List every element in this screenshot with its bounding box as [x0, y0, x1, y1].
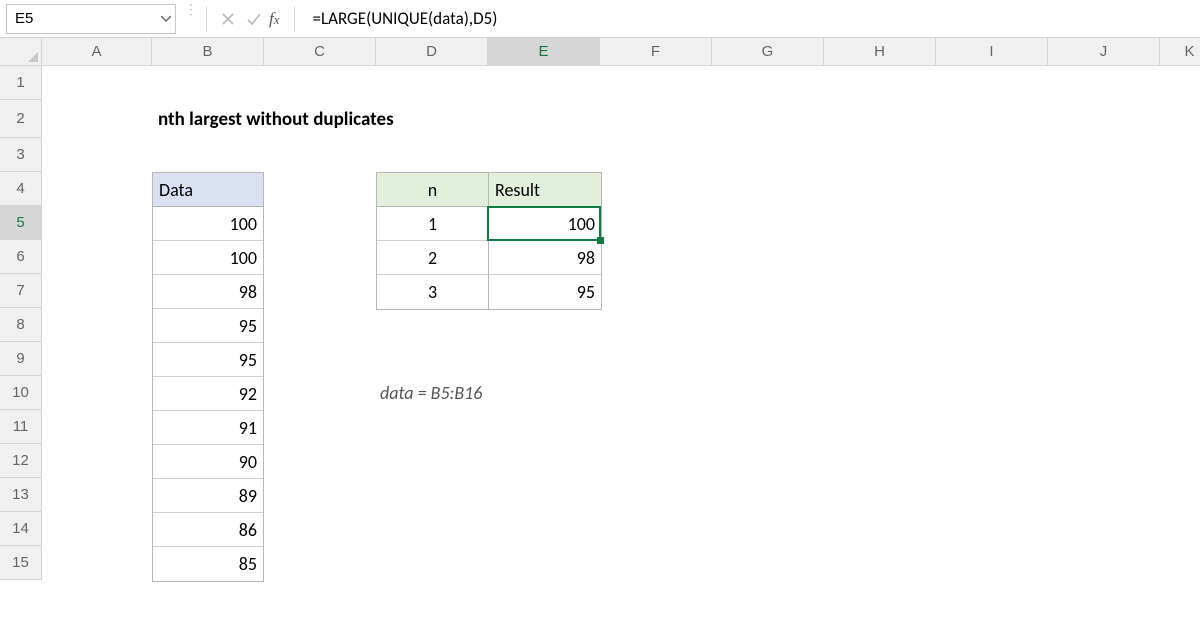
enter-icon[interactable]	[241, 6, 267, 32]
data-cell[interactable]: 100	[153, 241, 263, 275]
row-header-1[interactable]: 1	[0, 66, 42, 100]
column-header-A[interactable]: A	[42, 38, 152, 66]
result-header-result: Result	[489, 173, 601, 207]
row-header-column: 123456789101112131415	[0, 38, 42, 630]
row-header-10[interactable]: 10	[0, 376, 42, 410]
row-header-2[interactable]: 2	[0, 100, 42, 138]
data-cell[interactable]: 89	[153, 479, 263, 513]
result-n-cell[interactable]: 2	[377, 241, 489, 275]
resize-handle-icon[interactable]: ⋮	[184, 6, 190, 32]
data-cell[interactable]: 95	[153, 309, 263, 343]
data-cell[interactable]: 92	[153, 377, 263, 411]
result-value-cell[interactable]: 100	[489, 207, 601, 241]
cells-area[interactable]: nth largest without duplicates Data 1001…	[42, 66, 1200, 630]
row-header-12[interactable]: 12	[0, 444, 42, 478]
data-cell[interactable]: 91	[153, 411, 263, 445]
data-cell[interactable]: 95	[153, 343, 263, 377]
name-box[interactable]: E5	[6, 4, 176, 34]
row-header-7[interactable]: 7	[0, 274, 42, 308]
column-header-I[interactable]: I	[936, 38, 1048, 66]
fx-icon[interactable]: fx	[267, 9, 286, 29]
result-value-cell[interactable]: 95	[489, 275, 601, 309]
row-header-14[interactable]: 14	[0, 512, 42, 546]
result-value-cell[interactable]: 98	[489, 241, 601, 275]
row-header-3[interactable]: 3	[0, 138, 42, 172]
data-table: Data 100100989595929190898685	[152, 172, 264, 582]
data-cell[interactable]: 90	[153, 445, 263, 479]
row-header-13[interactable]: 13	[0, 478, 42, 512]
page-title: nth largest without duplicates	[152, 100, 752, 138]
column-header-G[interactable]: G	[712, 38, 824, 66]
column-header-B[interactable]: B	[152, 38, 264, 66]
data-cell[interactable]: 98	[153, 275, 263, 309]
row-header-6[interactable]: 6	[0, 240, 42, 274]
result-n-cell[interactable]: 1	[377, 207, 489, 241]
select-all-corner[interactable]	[0, 38, 42, 66]
data-cell[interactable]: 85	[153, 547, 263, 581]
column-headers: ABCDEFGHIJK	[42, 38, 1200, 66]
chevron-down-icon[interactable]	[157, 12, 175, 25]
cancel-icon[interactable]	[215, 6, 241, 32]
data-cell[interactable]: 100	[153, 207, 263, 241]
named-range-note: data = B5:B16	[380, 382, 482, 404]
column-header-C[interactable]: C	[264, 38, 376, 66]
column-header-J[interactable]: J	[1048, 38, 1160, 66]
row-header-9[interactable]: 9	[0, 342, 42, 376]
spreadsheet-grid: 123456789101112131415 ABCDEFGHIJK nth la…	[0, 38, 1200, 630]
name-box-value: E5	[7, 10, 157, 27]
result-header-n: n	[377, 173, 489, 207]
column-header-H[interactable]: H	[824, 38, 936, 66]
row-header-11[interactable]: 11	[0, 410, 42, 444]
result-n-cell[interactable]: 3	[377, 275, 489, 309]
row-header-15[interactable]: 15	[0, 546, 42, 580]
row-header-8[interactable]: 8	[0, 308, 42, 342]
divider	[294, 6, 295, 32]
formula-bar: E5 ⋮ fx =LARGE(UNIQUE(data),D5)	[0, 0, 1200, 38]
column-header-D[interactable]: D	[376, 38, 488, 66]
formula-input[interactable]: =LARGE(UNIQUE(data),D5)	[303, 8, 1194, 29]
data-cell[interactable]: 86	[153, 513, 263, 547]
divider	[206, 6, 207, 32]
column-header-F[interactable]: F	[600, 38, 712, 66]
column-header-K[interactable]: K	[1160, 38, 1200, 66]
result-table: n Result 1100298395	[376, 172, 602, 310]
data-header: Data	[153, 173, 263, 207]
column-header-E[interactable]: E	[488, 38, 600, 66]
row-header-4[interactable]: 4	[0, 172, 42, 206]
row-header-5[interactable]: 5	[0, 206, 42, 240]
